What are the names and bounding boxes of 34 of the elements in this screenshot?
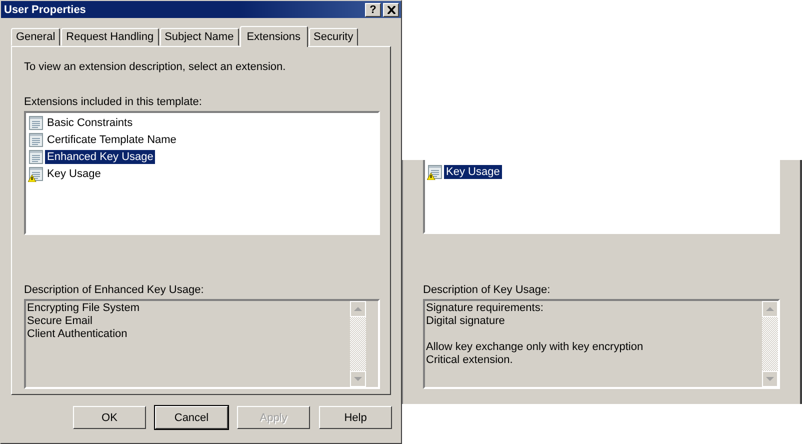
- tab[interactable]: Request Handling: [61, 28, 159, 46]
- extension-item[interactable]: Key Usage: [45, 166, 103, 180]
- extension-item[interactable]: Certificate Template Name: [45, 132, 178, 146]
- description-label: Description of Enhanced Key Usage:: [24, 284, 205, 296]
- scroll-down-icon[interactable]: [762, 371, 778, 387]
- tab[interactable]: Subject Name: [160, 28, 239, 46]
- tab[interactable]: Extensions: [240, 26, 308, 47]
- description-line: Client Authentication: [27, 328, 128, 341]
- scroll-up-icon[interactable]: [350, 301, 366, 317]
- scroll-up-icon[interactable]: [762, 301, 778, 317]
- close-icon: [386, 6, 396, 14]
- description-line: Encrypting File System: [27, 302, 140, 315]
- scroll-down-icon[interactable]: [350, 371, 366, 387]
- scrollbar[interactable]: [350, 301, 366, 387]
- extension-item[interactable]: Key Usage: [444, 164, 502, 178]
- dialog-button[interactable]: Cancel: [155, 406, 228, 429]
- close-button[interactable]: [383, 2, 399, 16]
- list-label: Extensions included in this template:: [24, 96, 203, 108]
- description-line: Critical extension.: [426, 354, 513, 367]
- extension-item[interactable]: Enhanced Key Usage: [45, 150, 156, 164]
- description-line: Secure Email: [27, 315, 92, 328]
- window-title: User Properties: [4, 4, 86, 16]
- description-label: Description of Key Usage:: [423, 284, 552, 296]
- help-button[interactable]: ?: [365, 2, 381, 16]
- scrollbar[interactable]: [762, 301, 778, 387]
- dialog-button[interactable]: Help: [319, 406, 392, 429]
- dialog-button[interactable]: OK: [73, 406, 146, 429]
- description-line: Signature requirements:: [426, 302, 544, 315]
- extension-item[interactable]: Basic Constraints: [45, 116, 135, 130]
- description-line: Digital signature: [426, 315, 505, 328]
- instruction-text: To view an extension description, select an extension.: [24, 61, 287, 73]
- tab[interactable]: Security: [308, 28, 358, 46]
- description-line: Allow key exchange only with key encryption: [426, 341, 644, 354]
- tab[interactable]: General: [11, 28, 60, 46]
